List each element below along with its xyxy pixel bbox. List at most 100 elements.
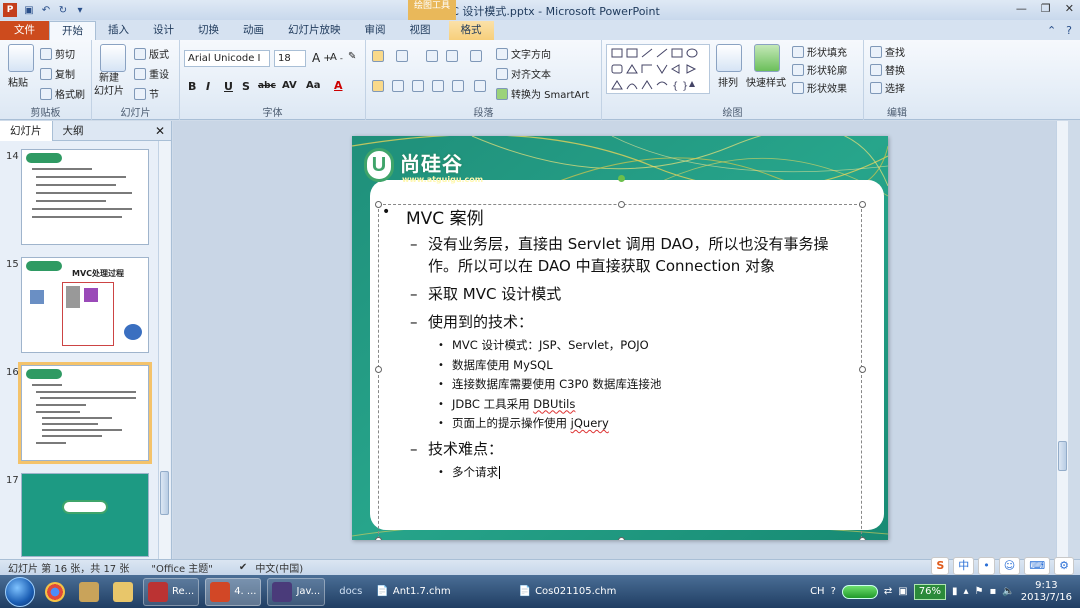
underline-button[interactable]: U xyxy=(224,80,233,93)
language-indicator[interactable]: CH xyxy=(810,586,825,597)
minimize-icon[interactable]: — xyxy=(1016,2,1027,15)
qat-dropdown-icon[interactable]: ▾ xyxy=(74,4,86,16)
restore-icon[interactable]: ❐ xyxy=(1041,2,1051,15)
increase-indent-button[interactable] xyxy=(446,50,458,62)
resize-handle-ne[interactable] xyxy=(859,201,866,208)
taskbar-powerpoint[interactable]: 4. ... xyxy=(205,577,262,606)
italic-button[interactable]: I xyxy=(206,80,210,93)
decrease-indent-button[interactable] xyxy=(426,50,438,62)
new-slide-icon[interactable] xyxy=(100,44,126,72)
new-slide-button[interactable]: 新建 幻灯片 xyxy=(94,72,124,98)
rotation-handle[interactable] xyxy=(618,175,625,182)
slide-thumbnail-14[interactable] xyxy=(21,149,149,245)
distribute-button[interactable] xyxy=(452,80,464,92)
ime-mode-button[interactable]: 中 xyxy=(953,557,975,575)
help-icon[interactable]: ? xyxy=(1066,24,1072,37)
undo-icon[interactable]: ↶ xyxy=(40,4,52,16)
theme-status[interactable]: "Office 主题" xyxy=(151,560,213,575)
taskbar-file-cos[interactable]: 📄 Cos021105.chm xyxy=(515,578,621,606)
quick-styles-button[interactable]: 快速样式 xyxy=(746,74,786,89)
clock[interactable]: 9:13 2013/7/16 xyxy=(1021,580,1072,604)
line-spacing-button[interactable] xyxy=(470,50,482,62)
text-direction-button[interactable]: 文字方向 xyxy=(496,46,551,61)
bullets-button[interactable] xyxy=(372,50,384,62)
tray-expand-icon[interactable]: ▴ xyxy=(963,586,968,597)
taskbar-explorer[interactable] xyxy=(109,578,137,606)
help-tray-icon[interactable]: ? xyxy=(831,586,836,597)
editor-scroll-thumb[interactable] xyxy=(1058,441,1067,471)
flag-icon[interactable]: ⚑ xyxy=(975,586,984,597)
close-panel-icon[interactable]: ✕ xyxy=(155,124,165,138)
resize-handle-s[interactable] xyxy=(618,537,625,540)
volume-icon[interactable]: 🔈 xyxy=(1002,586,1014,597)
tab-animations[interactable]: 动画 xyxy=(231,21,276,40)
tab-slideshow[interactable]: 幻灯片放映 xyxy=(276,21,353,40)
battery-percent[interactable]: 76% xyxy=(913,583,946,600)
editor-scrollbar[interactable] xyxy=(1056,121,1068,559)
tab-insert[interactable]: 插入 xyxy=(96,21,141,40)
taskbar-chrome[interactable] xyxy=(41,578,69,606)
reset-button[interactable]: 重设 xyxy=(134,66,169,81)
cut-button[interactable]: 剪切 xyxy=(40,46,75,61)
replace-button[interactable]: 替换 xyxy=(870,62,905,77)
network-icon[interactable]: ⇄ xyxy=(884,586,892,597)
copy-button[interactable]: 复制 xyxy=(40,66,75,81)
tab-outline[interactable]: 大纲 xyxy=(53,121,94,141)
change-case-button[interactable]: Aa xyxy=(306,80,321,91)
spellcheck-icon[interactable]: ✔ xyxy=(239,562,247,573)
slide-text-content[interactable]: MVC 案例 –没有业务层，直接由 Servlet 调用 DAO，所以也没有事务… xyxy=(378,200,848,482)
font-size-field[interactable]: 18 xyxy=(274,50,306,67)
arrange-button[interactable]: 排列 xyxy=(718,74,738,89)
tab-slides[interactable]: 幻灯片 xyxy=(0,120,53,141)
shape-effects-button[interactable]: 形状效果 xyxy=(792,80,847,95)
taskbar-app[interactable] xyxy=(75,578,103,606)
align-center-button[interactable] xyxy=(392,80,404,92)
justify-button[interactable] xyxy=(432,80,444,92)
start-button[interactable] xyxy=(5,576,35,607)
grow-font-icon[interactable]: A + xyxy=(312,51,332,65)
resize-handle-e[interactable] xyxy=(859,366,866,373)
layout-button[interactable]: 版式 xyxy=(134,46,169,61)
save-icon[interactable]: ▣ xyxy=(23,4,35,16)
tab-review[interactable]: 审阅 xyxy=(353,21,398,40)
resize-handle-sw[interactable] xyxy=(375,537,382,540)
resize-handle-se[interactable] xyxy=(859,537,866,540)
shape-outline-button[interactable]: 形状轮廓 xyxy=(792,62,847,77)
close-icon[interactable]: ✕ xyxy=(1065,2,1074,15)
ime-settings-icon[interactable]: ⚙ xyxy=(1054,557,1074,575)
tab-transitions[interactable]: 切换 xyxy=(186,21,231,40)
taskbar-reader[interactable]: Re... xyxy=(143,577,200,606)
language-status[interactable]: 中文(中国) xyxy=(255,560,303,575)
find-button[interactable]: 查找 xyxy=(870,44,905,59)
char-spacing-button[interactable]: AV xyxy=(282,80,297,91)
shadow-button[interactable]: S xyxy=(242,80,250,93)
battery-icon[interactable]: ▮ xyxy=(952,586,958,597)
paste-icon[interactable] xyxy=(8,44,34,72)
tab-home[interactable]: 开始 xyxy=(49,21,96,40)
powerpoint-app-icon[interactable]: P xyxy=(3,3,17,17)
tray-icon[interactable]: ▣ xyxy=(898,586,907,597)
align-left-button[interactable] xyxy=(372,80,384,92)
strikethrough-button[interactable]: abc xyxy=(258,81,276,91)
tray-app-icon[interactable]: ▪ xyxy=(989,586,996,597)
tab-view[interactable]: 视图 xyxy=(398,21,443,40)
tab-design[interactable]: 设计 xyxy=(141,21,186,40)
shapes-gallery[interactable]: { } xyxy=(606,44,710,94)
numbering-button[interactable] xyxy=(396,50,408,62)
bold-button[interactable]: B xyxy=(188,80,196,93)
convert-smartart-button[interactable]: 转换为 SmartArt xyxy=(496,86,589,101)
quick-styles-icon[interactable] xyxy=(754,44,780,72)
tab-format[interactable]: 格式 xyxy=(448,21,494,40)
paste-button[interactable]: 粘贴 xyxy=(8,74,28,89)
slides-panel-scrollbar[interactable] xyxy=(158,141,170,559)
ime-emoji-icon[interactable]: ☺ xyxy=(998,557,1021,575)
slide-thumbnail-16[interactable] xyxy=(18,362,152,464)
taskbar-file-ant[interactable]: 📄 Ant1.7.chm xyxy=(372,578,454,606)
align-text-button[interactable]: 对齐文本 xyxy=(496,66,551,81)
redo-icon[interactable]: ↻ xyxy=(57,4,69,16)
font-color-button[interactable]: A xyxy=(334,79,343,92)
ime-punct-icon[interactable]: • xyxy=(978,557,995,575)
format-painter-button[interactable]: 格式刷 xyxy=(40,86,85,101)
align-right-button[interactable] xyxy=(412,80,424,92)
ime-keyboard-icon[interactable]: ⌨ xyxy=(1024,557,1051,575)
